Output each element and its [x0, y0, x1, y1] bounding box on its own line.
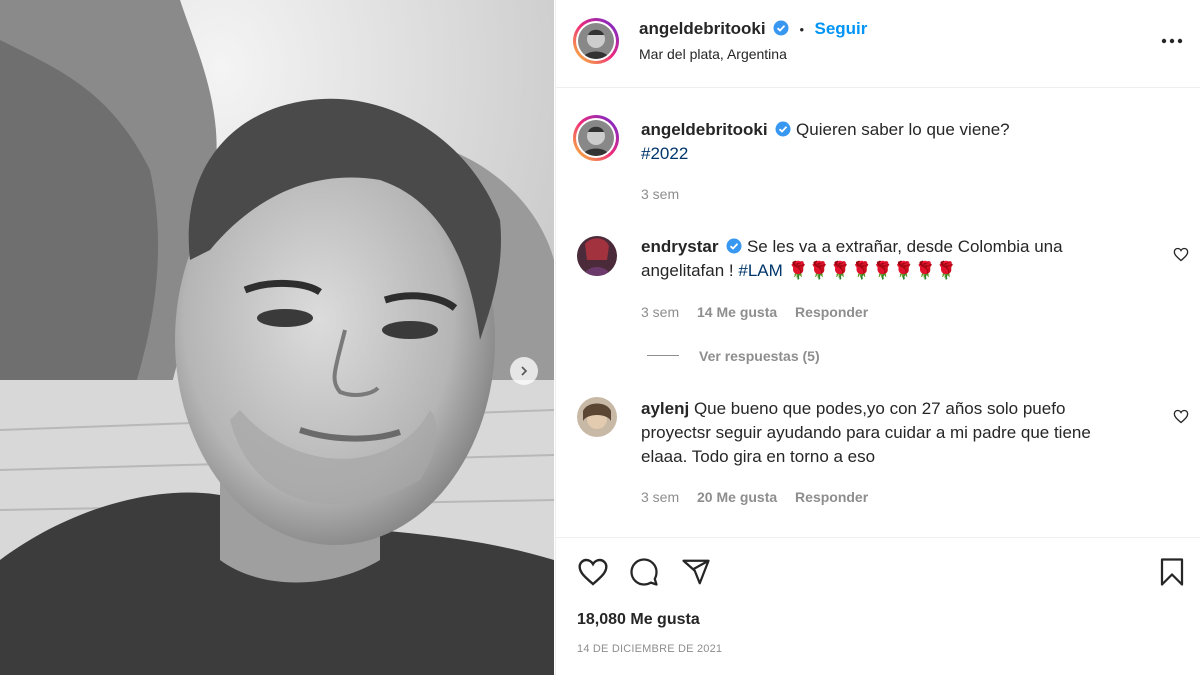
likes-count[interactable]: 18,080 Me gusta: [577, 611, 700, 629]
follow-button[interactable]: Seguir: [815, 19, 868, 38]
comment-icon[interactable]: [629, 557, 659, 587]
author-username[interactable]: angeldebritooki: [639, 19, 766, 38]
comment-username[interactable]: endrystar: [641, 237, 718, 256]
reply-button[interactable]: Responder: [795, 304, 868, 320]
selfie-image: [0, 0, 554, 675]
caption-text: Quieren saber lo que viene?: [796, 120, 1010, 139]
comment-likes[interactable]: 14 Me gusta: [697, 304, 777, 320]
verified-icon: [726, 238, 742, 254]
caption-hashtag[interactable]: #2022: [641, 144, 688, 163]
comment-hashtag[interactable]: #LAM: [738, 261, 782, 280]
post-date[interactable]: 14 DE DICIEMBRE DE 2021: [577, 643, 722, 655]
comment-text: Que bueno que podes,yo con 27 años solo …: [641, 399, 1091, 466]
header-divider: [556, 87, 1200, 88]
comment-avatar[interactable]: [577, 397, 617, 437]
comment-avatar[interactable]: [577, 236, 617, 276]
author-avatar[interactable]: [573, 18, 619, 64]
reply-button[interactable]: Responder: [795, 489, 868, 505]
verified-icon: [773, 20, 789, 36]
more-options-icon[interactable]: [1160, 33, 1184, 51]
post-photo: [0, 0, 554, 675]
caption-time[interactable]: 3 sem: [641, 186, 679, 202]
bookmark-icon[interactable]: [1159, 557, 1185, 587]
replies-line: [647, 355, 679, 356]
comment-like-heart-icon[interactable]: [1173, 247, 1189, 267]
comment-username[interactable]: aylenj: [641, 399, 689, 418]
verified-icon: [775, 121, 791, 137]
comment-likes[interactable]: 20 Me gusta: [697, 489, 777, 505]
next-arrow-icon[interactable]: [510, 357, 538, 385]
actions-divider: [556, 537, 1200, 538]
comment-time[interactable]: 3 sem: [641, 489, 679, 505]
caption-username[interactable]: angeldebritooki: [641, 120, 768, 139]
comment-like-heart-icon[interactable]: [1173, 409, 1189, 429]
comment-body: aylenj Que bueno que podes,yo con 27 año…: [641, 397, 1131, 469]
post-detail-panel: angeldebritooki • Seguir Mar del plata, …: [555, 0, 1200, 675]
post-location[interactable]: Mar del plata, Argentina: [639, 46, 787, 62]
separator-dot: •: [799, 22, 805, 37]
heart-icon[interactable]: [577, 557, 609, 587]
comment-emoji: 🌹🌹🌹🌹🌹🌹🌹🌹: [787, 261, 957, 280]
caption-avatar[interactable]: [573, 115, 619, 161]
share-icon[interactable]: [681, 557, 711, 587]
view-replies-button[interactable]: Ver respuestas (5): [699, 348, 820, 364]
comment-body: endrystar Se les va a extrañar, desde Co…: [641, 235, 1121, 283]
comment-time[interactable]: 3 sem: [641, 304, 679, 320]
